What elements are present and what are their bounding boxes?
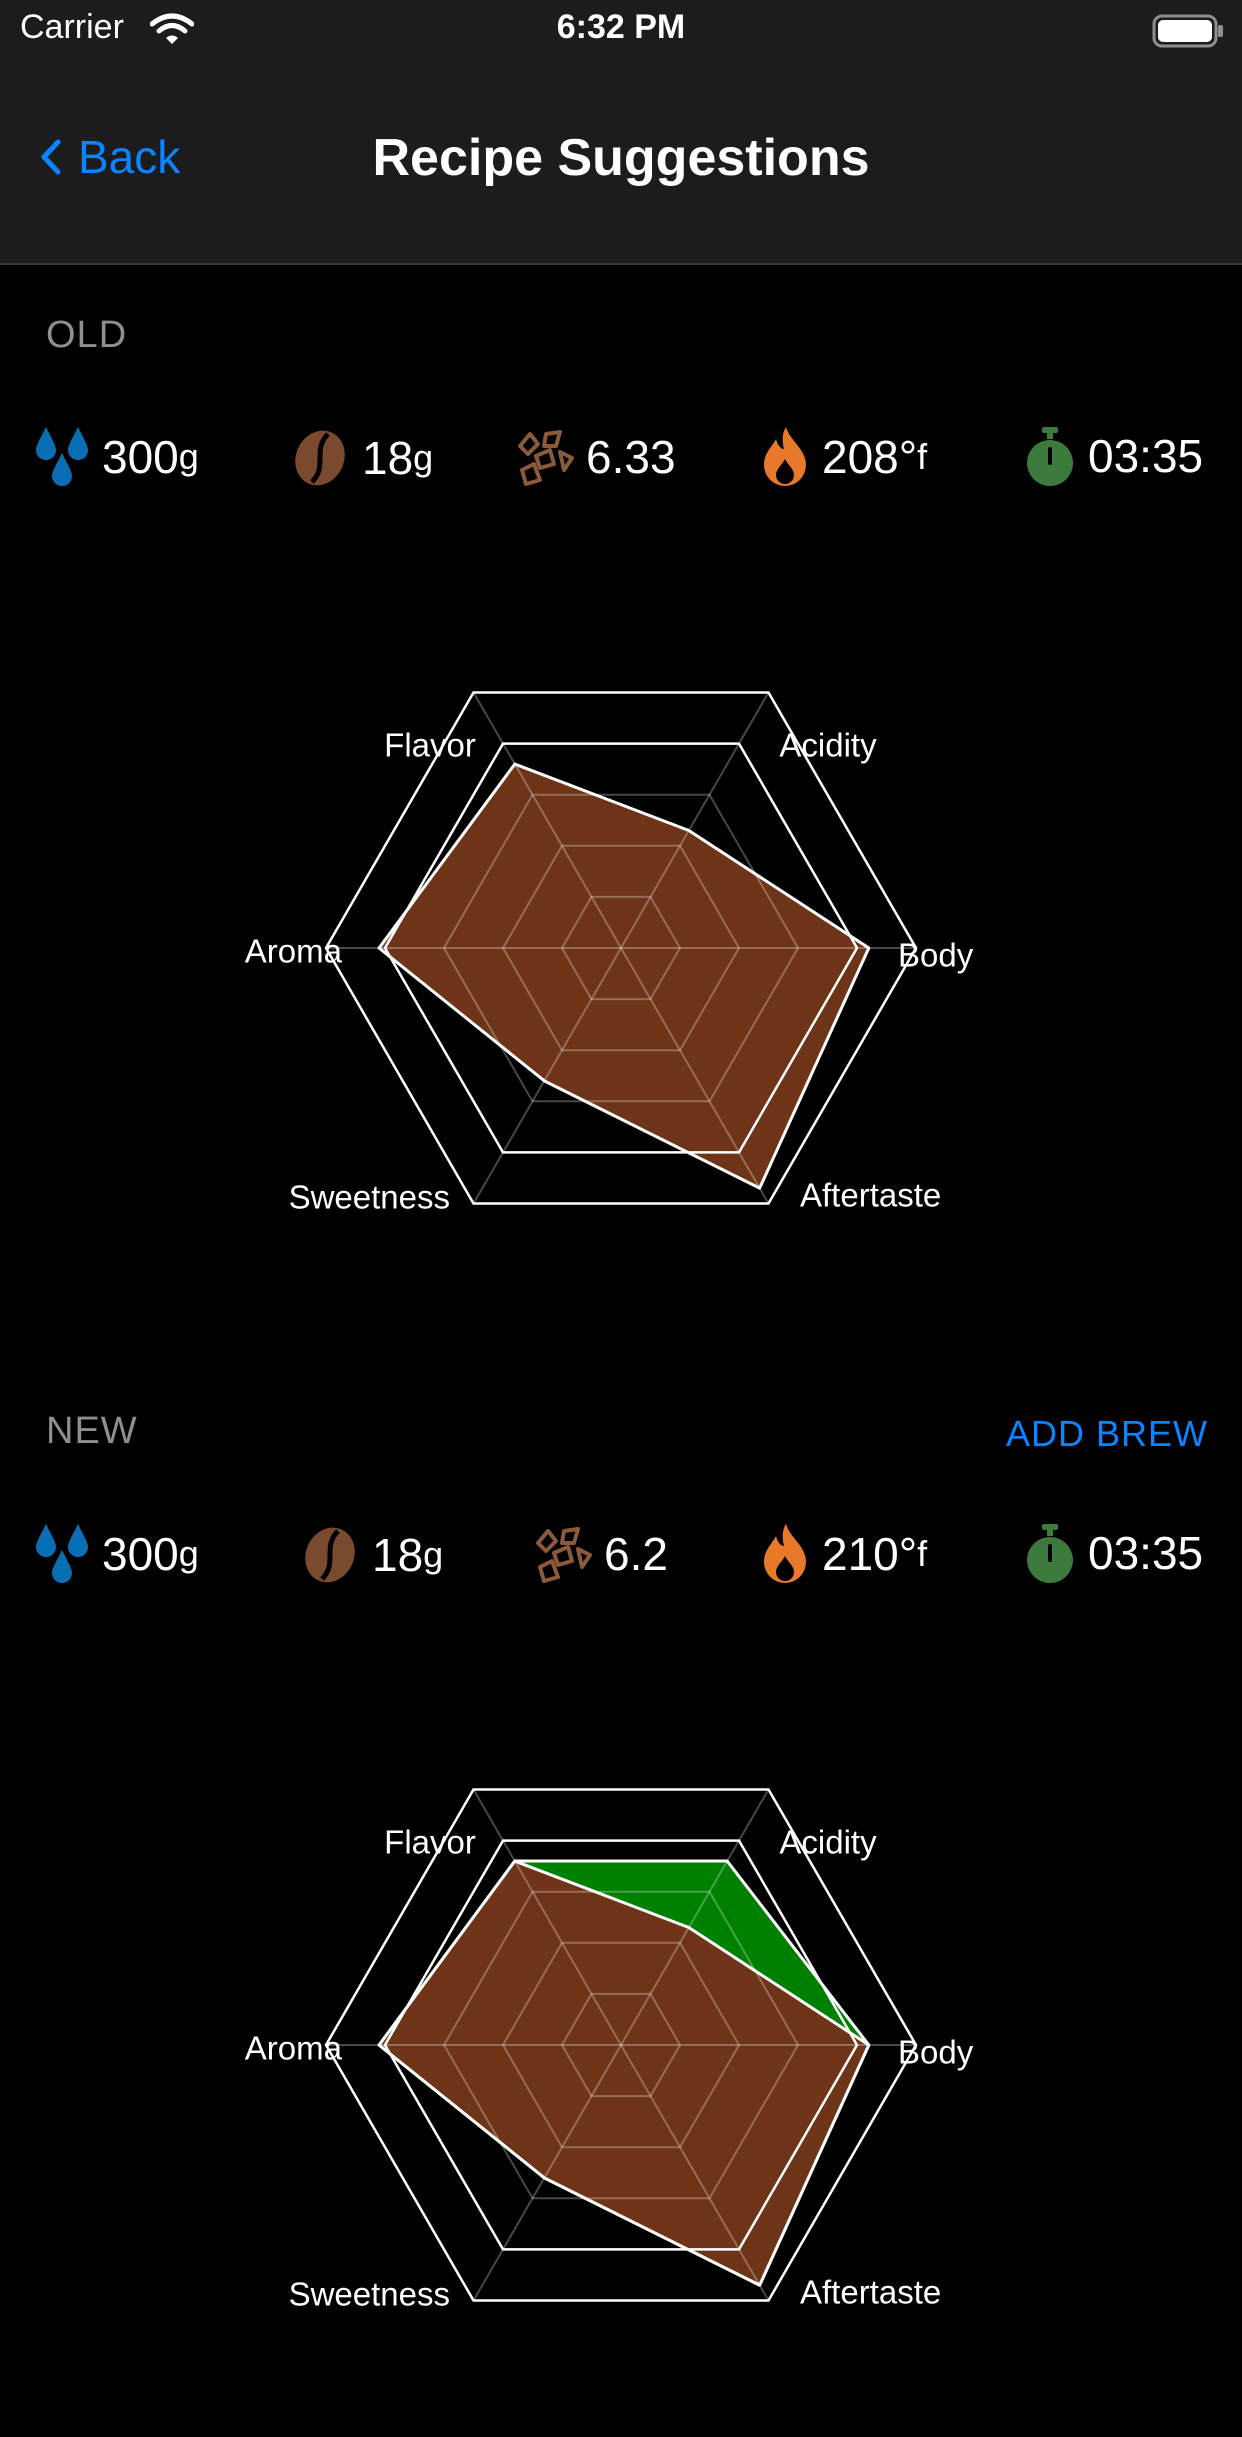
old-coffee-value: 18 <box>362 432 414 484</box>
new-time-metric: 03:35 <box>1024 1522 1203 1584</box>
old-radar-axis-label-flavor: Flavor <box>384 727 476 764</box>
new-radar-axis-label-aftertaste: Aftertaste <box>800 2274 941 2311</box>
old-flavor-radar-chart: Flavor Acidity Body Aftertaste Sweetness Arom… <box>245 691 974 1216</box>
add-brew-button[interactable]: ADD BREW <box>1006 1413 1208 1455</box>
old-radar-axis-label-body: Body <box>898 937 974 974</box>
new-coffee-value: 18 <box>372 1529 424 1581</box>
new-radar-axis-label-flavor: Flavor <box>384 1824 476 1861</box>
new-coffee-metric: 18 g <box>302 1525 443 1585</box>
old-radar-series-1-area <box>377 762 871 1190</box>
old-coffee-metric: 18 g <box>292 428 433 488</box>
new-time-value: 03:35 <box>1088 1527 1204 1579</box>
new-radar-series-1-area <box>377 1859 871 2287</box>
old-time-metric: 03:35 <box>1024 425 1203 487</box>
flame-icon <box>764 427 806 486</box>
old-time-value: 03:35 <box>1088 430 1204 482</box>
new-coffee-unit: g <box>423 1534 444 1575</box>
stopwatch-icon <box>1027 1524 1073 1583</box>
old-temp-unit: f <box>917 436 928 477</box>
coffee-bean-icon <box>295 430 345 486</box>
grind-icon <box>536 1527 592 1583</box>
old-water-metric: 300 g <box>30 425 199 489</box>
flame-icon <box>764 1524 806 1583</box>
new-water-metric: 300 g <box>30 1522 199 1586</box>
new-radar-axis-label-sweetness: Sweetness <box>289 2276 450 2313</box>
new-water-value: 300 <box>102 1528 179 1580</box>
new-water-unit: g <box>178 1533 199 1574</box>
old-temp-value: 208° <box>822 431 918 483</box>
new-radar-axis-label-aroma: Aroma <box>245 2030 343 2067</box>
old-section-label: OLD <box>46 314 128 356</box>
old-water-unit: g <box>178 436 199 477</box>
old-temp-metric: 208° f <box>760 425 927 489</box>
new-section-label: NEW <box>46 1410 138 1452</box>
status-time: 6:32 PM <box>556 8 686 46</box>
battery-icon <box>1152 14 1223 48</box>
new-radar-axis-label-acidity: Acidity <box>779 1824 877 1861</box>
new-temp-metric: 210° f <box>760 1522 927 1586</box>
new-temp-unit: f <box>917 1533 928 1574</box>
water-drops-icon <box>36 427 88 486</box>
status-bar: Carrier 6:32 PM <box>0 0 1242 60</box>
new-flavor-radar-chart: Flavor Acidity Body Aftertaste Sweetness Arom… <box>245 1788 974 2313</box>
old-coffee-unit: g <box>413 437 434 478</box>
old-radar-axis-label-aroma: Aroma <box>245 933 343 970</box>
old-radar-axis-label-acidity: Acidity <box>779 727 877 764</box>
new-radar-axis-label-body: Body <box>898 2034 974 2071</box>
old-water-value: 300 <box>102 431 179 483</box>
stopwatch-icon <box>1027 427 1073 486</box>
old-radar-axis-label-sweetness: Sweetness <box>289 1179 450 1216</box>
new-temp-value: 210° <box>822 1528 918 1580</box>
old-radar-axis-label-aftertaste: Aftertaste <box>800 1177 941 1214</box>
grind-icon <box>518 430 574 486</box>
old-grind-metric: 6.33 <box>516 428 676 486</box>
coffee-bean-icon <box>305 1527 355 1583</box>
new-grind-value: 6.2 <box>604 1528 668 1580</box>
old-grind-value: 6.33 <box>586 431 676 483</box>
new-grind-metric: 6.2 <box>534 1525 668 1583</box>
water-drops-icon <box>36 1524 88 1583</box>
page-title: Recipe Suggestions <box>372 129 870 187</box>
